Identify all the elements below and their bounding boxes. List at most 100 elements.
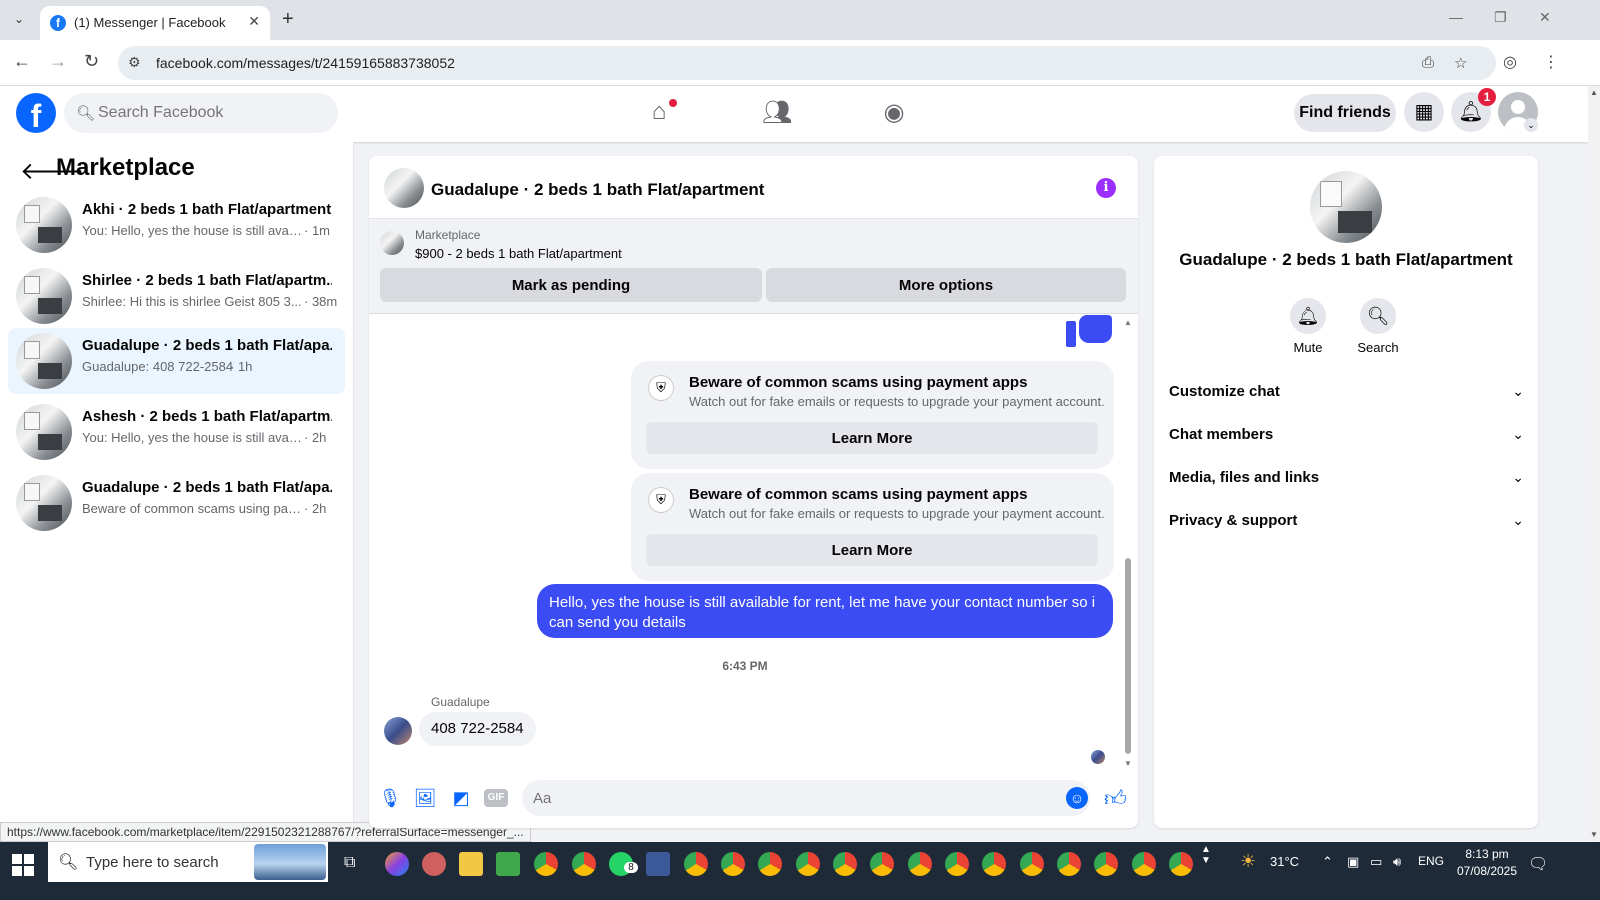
- chrome-icon[interactable]: [1020, 852, 1044, 876]
- copilot-icon[interactable]: [385, 852, 409, 876]
- taskbar-search-text: Type here to search: [86, 854, 219, 871]
- site-info-icon[interactable]: ⚙: [128, 54, 141, 71]
- incoming-message-bubble[interactable]: 408 722-2584: [419, 712, 536, 746]
- chat-scrollbar[interactable]: ▲ ▼: [1123, 318, 1133, 768]
- bookmark-star-icon[interactable]: ☆: [1454, 54, 1467, 72]
- page-scrollbar[interactable]: ▲ ▼: [1588, 86, 1600, 841]
- emoji-icon[interactable]: ☺: [1066, 787, 1088, 809]
- message-list: ⛨ Beware of common scams using payment a…: [369, 314, 1138, 770]
- facebook-search-input[interactable]: [98, 93, 328, 133]
- send-like-icon[interactable]: 👍︎: [1104, 785, 1127, 812]
- chrome-icon[interactable]: [870, 852, 894, 876]
- conversation-item[interactable]: Ashesh · 2 beds 1 bath Flat/apartm... Yo…: [8, 399, 345, 465]
- message-input[interactable]: [522, 780, 1090, 816]
- find-friends-button[interactable]: Find friends: [1294, 94, 1396, 132]
- chrome-icon[interactable]: [721, 852, 745, 876]
- conversation-name: Guadalupe · 2 beds 1 bath Flat/apartment: [1179, 250, 1513, 269]
- customize-chat-section[interactable]: Customize chat ⌄: [1169, 374, 1524, 410]
- facebook-search[interactable]: 🔍︎: [64, 93, 338, 133]
- chrome-icon[interactable]: [796, 852, 820, 876]
- conversation-avatar[interactable]: [1310, 171, 1382, 243]
- tab-close-icon[interactable]: ✕: [248, 13, 260, 30]
- privacy-support-section[interactable]: Privacy & support ⌄: [1169, 503, 1524, 539]
- conversation-item-active[interactable]: Guadalupe · 2 beds 1 bath Flat/apa... Gu…: [8, 328, 345, 394]
- chat-avatar[interactable]: [384, 168, 424, 208]
- conversation-item[interactable]: Guadalupe · 2 beds 1 bath Flat/apa... Be…: [8, 470, 345, 536]
- chat-title[interactable]: Guadalupe · 2 beds 1 bath Flat/apartment: [431, 180, 764, 200]
- learn-more-button[interactable]: Learn More: [646, 534, 1098, 566]
- chrome-icon[interactable]: [758, 852, 782, 876]
- browser-tab[interactable]: f (1) Messenger | Facebook ✕: [40, 6, 270, 40]
- facebook-logo[interactable]: f: [16, 93, 56, 134]
- browser-tabstrip: ⌄ f (1) Messenger | Facebook ✕ + — ❐ ✕: [0, 0, 1600, 40]
- conversation-item[interactable]: Akhi · 2 beds 1 bath Flat/apartment You:…: [8, 192, 345, 258]
- network-icon[interactable]: ▭: [1370, 854, 1382, 870]
- gif-icon[interactable]: GIF: [484, 789, 508, 807]
- mark-as-pending-button[interactable]: Mark as pending: [380, 268, 762, 302]
- conversation-item[interactable]: Shirlee · 2 beds 1 bath Flat/apartm... S…: [8, 263, 345, 329]
- install-app-icon[interactable]: ⎙: [1422, 54, 1434, 71]
- window-close-icon[interactable]: ✕: [1539, 9, 1551, 26]
- paint-icon[interactable]: [422, 852, 446, 876]
- notifications-center-icon[interactable]: 🗨︎: [1528, 854, 1548, 874]
- scam-warning-card: ⛨ Beware of common scams using payment a…: [631, 473, 1114, 581]
- chrome-icon[interactable]: [1094, 852, 1118, 876]
- menu-grid-icon[interactable]: ▦: [1404, 92, 1444, 132]
- chrome-icon[interactable]: [982, 852, 1006, 876]
- back-icon[interactable]: ←: [13, 51, 31, 72]
- forward-icon[interactable]: →: [49, 51, 67, 72]
- learn-more-button[interactable]: Learn More: [646, 422, 1098, 454]
- friends-icon[interactable]: 👥︎: [757, 98, 797, 130]
- more-options-button[interactable]: More options: [766, 268, 1126, 302]
- tray-chevron-up-icon[interactable]: ⌃: [1322, 854, 1333, 870]
- outgoing-message-bubble[interactable]: Hello, yes the house is still available …: [537, 584, 1113, 638]
- chrome-icon[interactable]: [945, 852, 969, 876]
- new-tab-plus-icon[interactable]: +: [282, 8, 294, 30]
- clock[interactable]: 8:13 pm 07/08/2025: [1452, 846, 1522, 880]
- photo-attach-icon[interactable]: 🖼︎: [413, 786, 437, 810]
- spreadsheet-app-icon[interactable]: [496, 852, 520, 876]
- microphone-icon[interactable]: 🎙︎: [378, 786, 402, 810]
- chrome-icon[interactable]: [534, 852, 558, 876]
- language-indicator[interactable]: ENG: [1418, 854, 1444, 868]
- reload-icon[interactable]: ↻: [84, 51, 99, 72]
- chevron-down-icon: ⌄: [1512, 383, 1524, 399]
- sticker-icon[interactable]: ◩: [449, 786, 473, 810]
- chrome-icon[interactable]: [1132, 852, 1156, 876]
- conversation-snippet: You: Hello, yes the house is still avail…: [82, 430, 302, 445]
- profile-icon[interactable]: ◎: [1503, 52, 1517, 72]
- chrome-icon[interactable]: [684, 852, 708, 876]
- weather-icon[interactable]: ☀: [1240, 851, 1256, 872]
- terminal-icon[interactable]: [646, 852, 670, 876]
- address-bar[interactable]: ⚙ facebook.com/messages/t/24159165883738…: [118, 46, 1496, 80]
- meet-now-icon[interactable]: ▣: [1347, 854, 1359, 870]
- chrome-icon[interactable]: [572, 852, 596, 876]
- mute-button[interactable]: 🔔︎ Mute: [1273, 298, 1343, 355]
- task-view-icon[interactable]: ⧉: [344, 854, 355, 872]
- search-icon: 🔍︎: [76, 105, 96, 122]
- url-text[interactable]: facebook.com/messages/t/2415916588373805…: [156, 55, 455, 71]
- taskbar-search[interactable]: 🔍︎ Type here to search: [48, 842, 328, 882]
- windows-start-icon[interactable]: [12, 854, 34, 876]
- volume-icon[interactable]: 🔊︎: [1393, 854, 1401, 870]
- browser-menu-icon[interactable]: ⋮: [1543, 52, 1559, 72]
- search-conversation-button[interactable]: 🔍︎ Search: [1343, 298, 1413, 355]
- minimize-icon[interactable]: —: [1449, 9, 1463, 25]
- taskbar-scroll-arrows-icon[interactable]: ▲ ▼: [1201, 844, 1211, 866]
- info-icon[interactable]: i: [1096, 178, 1116, 198]
- sender-avatar[interactable]: [384, 717, 412, 745]
- chat-members-section[interactable]: Chat members ⌄: [1169, 417, 1524, 453]
- listing-price-title[interactable]: $900 - 2 beds 1 bath Flat/apartment: [415, 246, 622, 261]
- listing-thumbnail[interactable]: [380, 231, 404, 255]
- temperature[interactable]: 31°C: [1270, 854, 1299, 869]
- tab-search-chevron-icon[interactable]: ⌄: [8, 8, 30, 30]
- chrome-icon[interactable]: [1169, 852, 1193, 876]
- chrome-icon[interactable]: [833, 852, 857, 876]
- account-chevron-icon[interactable]: ⌄: [1524, 118, 1538, 132]
- file-explorer-icon[interactable]: [459, 852, 483, 876]
- groups-icon[interactable]: ◉: [874, 98, 914, 130]
- chrome-icon[interactable]: [1057, 852, 1081, 876]
- media-files-links-section[interactable]: Media, files and links ⌄: [1169, 460, 1524, 496]
- chrome-icon[interactable]: [908, 852, 932, 876]
- restore-icon[interactable]: ❐: [1494, 9, 1507, 26]
